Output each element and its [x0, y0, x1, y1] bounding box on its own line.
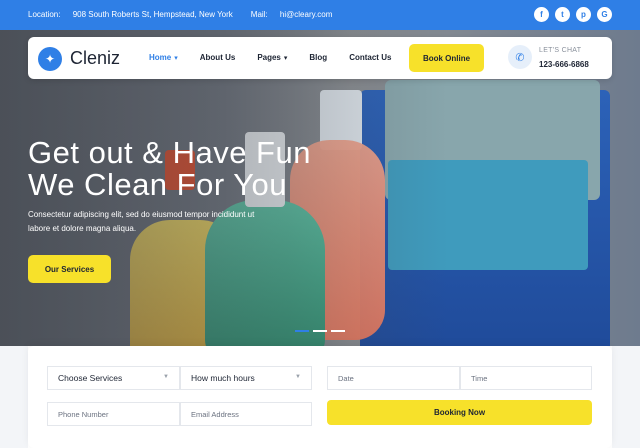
- menu-item-about[interactable]: About Us: [200, 53, 236, 62]
- hero-headline-line2: We Clean For You: [28, 167, 288, 202]
- mail-label: Mail:: [250, 10, 268, 19]
- email-placeholder: Email Address: [191, 409, 239, 419]
- hero-headline-line1: Get out & Have Fun: [28, 135, 311, 170]
- chevron-down-icon: ▾: [283, 54, 288, 62]
- email-field[interactable]: Email Address: [180, 402, 312, 426]
- chevron-down-icon: ▼: [163, 374, 169, 380]
- page-margin-right: [612, 346, 640, 448]
- menu-item-contact-label: Contact Us: [349, 53, 392, 62]
- our-services-button[interactable]: Our Services: [28, 255, 111, 283]
- phone-field[interactable]: Phone Number: [47, 402, 180, 426]
- menu-item-home[interactable]: Home ▾: [149, 53, 178, 62]
- pinterest-icon[interactable]: p: [576, 7, 591, 22]
- phone-icon[interactable]: ✆: [508, 45, 532, 69]
- services-select[interactable]: Choose Services ▼: [47, 366, 180, 390]
- twitter-icon[interactable]: t: [555, 7, 570, 22]
- slider-dot-2[interactable]: [313, 330, 327, 332]
- main-menu: Home ▾ About Us Pages ▾ Blog Contact Us: [149, 53, 413, 62]
- mail-info: Mail: hi@cleary.com: [251, 10, 333, 19]
- brand-name[interactable]: Cleniz: [70, 48, 120, 69]
- page-margin-left: [0, 346, 28, 448]
- contact-info: Location: 908 South Roberts St, Hempstea…: [28, 10, 332, 19]
- main-navbar: ✦ Cleniz Home ▾ About Us Pages ▾ Blog Co…: [28, 37, 612, 79]
- menu-item-about-label: About Us: [199, 53, 236, 62]
- slider-dots: [295, 330, 345, 332]
- chat-label: LET'S CHAT: [539, 47, 582, 54]
- location-info: Location: 908 South Roberts St, Hempstea…: [28, 10, 233, 19]
- menu-item-contact[interactable]: Contact Us: [349, 53, 391, 62]
- time-field[interactable]: Time: [460, 366, 592, 390]
- menu-item-home-label: Home: [149, 53, 172, 62]
- google-icon[interactable]: G: [597, 7, 612, 22]
- location-label: Location:: [28, 10, 61, 19]
- facebook-icon[interactable]: f: [534, 7, 549, 22]
- chevron-down-icon: ▼: [295, 374, 301, 380]
- hero-headline: Get out & Have Fun We Clean For You: [28, 137, 311, 201]
- booking-now-button[interactable]: Booking Now: [327, 400, 592, 425]
- time-placeholder: Time: [471, 373, 488, 383]
- menu-item-blog[interactable]: Blog: [309, 53, 327, 62]
- date-field[interactable]: Date: [327, 366, 460, 390]
- hero-subtext: Consectetur adipiscing elit, sed do eius…: [28, 210, 255, 233]
- menu-item-pages[interactable]: Pages ▾: [257, 53, 287, 62]
- slider-dot-1[interactable]: [295, 330, 309, 332]
- social-links: f t p G: [534, 7, 612, 22]
- services-select-value: Choose Services: [58, 373, 123, 383]
- date-placeholder: Date: [338, 373, 354, 383]
- top-info-bar: Location: 908 South Roberts St, Hempstea…: [0, 0, 640, 30]
- slider-dot-3[interactable]: [331, 330, 345, 332]
- book-online-button[interactable]: Book Online: [409, 44, 484, 72]
- chevron-down-icon: ▾: [174, 54, 178, 62]
- chat-phone-number[interactable]: 123-666-6868: [539, 60, 589, 69]
- location-value: 908 South Roberts St, Hempstead, New Yor…: [72, 10, 233, 19]
- broom-icon[interactable]: ✦: [38, 47, 62, 71]
- hours-select-value: How much hours: [191, 373, 255, 383]
- mail-value[interactable]: hi@cleary.com: [280, 10, 332, 19]
- hours-select[interactable]: How much hours ▼: [180, 366, 312, 390]
- menu-item-blog-label: Blog: [309, 53, 328, 62]
- menu-item-pages-label: Pages: [257, 53, 281, 62]
- phone-placeholder: Phone Number: [58, 409, 109, 419]
- booking-form: Choose Services ▼ How much hours ▼ Date …: [28, 346, 612, 448]
